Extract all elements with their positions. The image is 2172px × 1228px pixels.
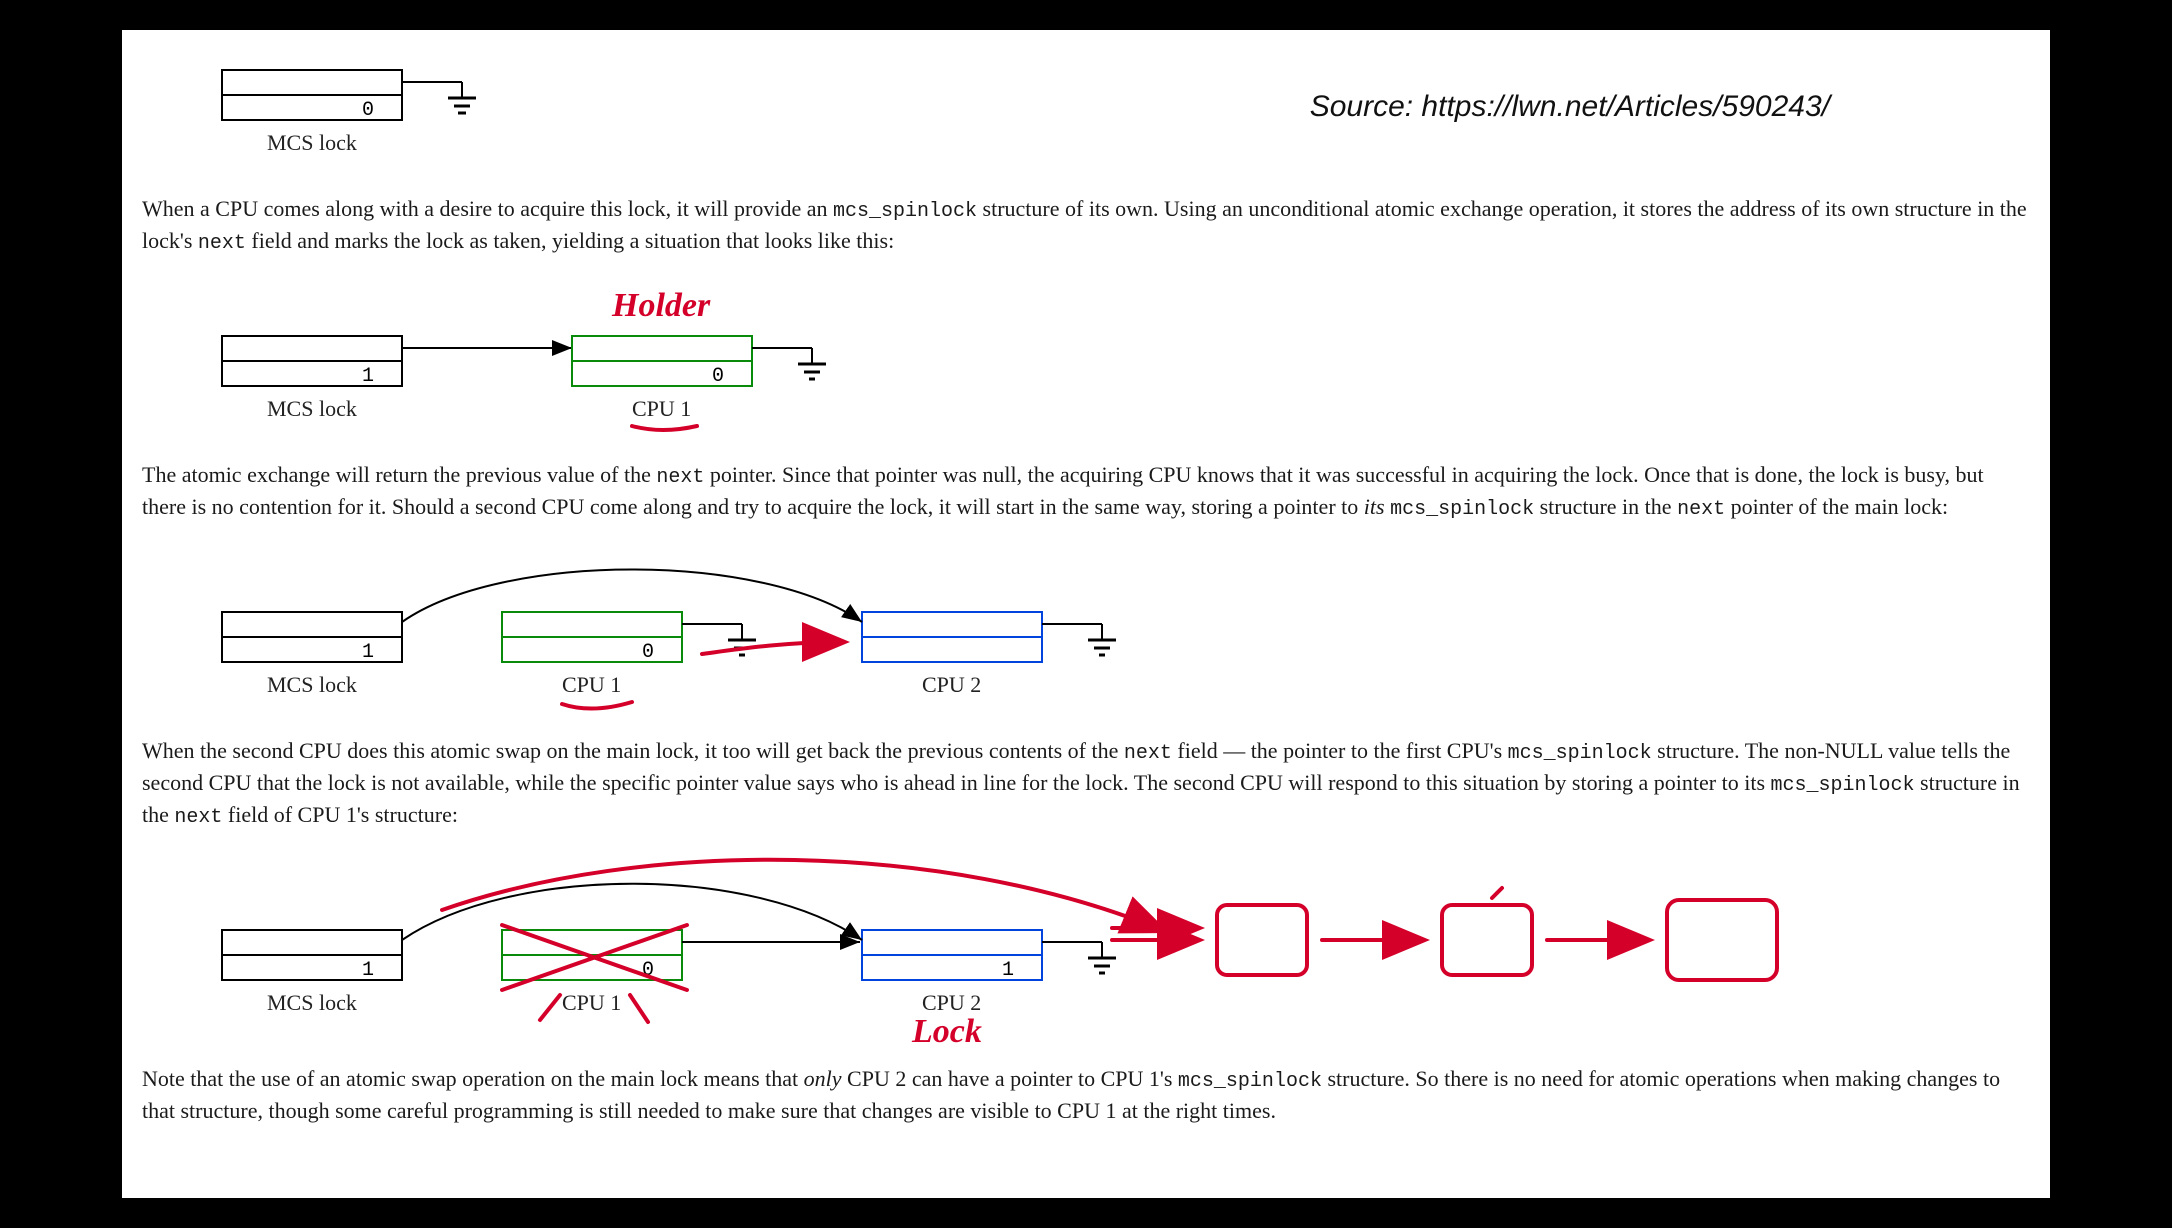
d4-mcs-label: MCS lock [267, 990, 357, 1015]
p3a: When the second CPU does this atomic swa… [142, 738, 1124, 763]
underline-cpu1b [562, 702, 632, 709]
para-3: When the second CPU does this atomic swa… [142, 736, 2030, 832]
d3-cpu1-value: 0 [642, 641, 654, 664]
annotation-lock: Lock [911, 1013, 982, 1050]
p1a: When a CPU comes along with a desire to … [142, 196, 833, 221]
d3-cpu1-label: CPU 1 [562, 672, 621, 697]
mcs-value: 0 [362, 99, 374, 122]
red-arrow-cpu1-cpu2 [702, 642, 842, 654]
d2-mcs-value: 1 [362, 365, 374, 388]
d4-cpu1-label: CPU 1 [562, 990, 621, 1015]
mcs-label: MCS lock [267, 130, 357, 155]
d3-mcs-label: MCS lock [267, 672, 357, 697]
d3-mcs-value: 1 [362, 641, 374, 664]
mcs-only-svg: 0 MCS lock [142, 60, 1042, 180]
p3code1: next [1124, 742, 1172, 765]
underline-cpu1 [632, 426, 697, 430]
red-big-arc [442, 860, 1162, 930]
p3code2: mcs_spinlock [1508, 742, 1652, 765]
letterbox-bottom [0, 1198, 2172, 1228]
red-slash-left [540, 995, 560, 1020]
queue-box-2 [1442, 905, 1532, 975]
p1c: field and marks the lock as taken, yield… [246, 228, 894, 253]
d2-cpu1-value: 0 [712, 365, 724, 388]
d2-mcs-label: MCS lock [267, 396, 357, 421]
letterbox-top [0, 0, 2172, 30]
stage: Source: https://lwn.net/Articles/590243/… [0, 0, 2172, 1228]
red-slash-right [630, 995, 648, 1022]
p1code: mcs_spinlock [833, 200, 977, 223]
queue-box-1 [1217, 905, 1307, 975]
diagram-cpu2: 1 MCS lock 0 CPU 1 CPU 2 [142, 542, 2030, 722]
d2-cpu1-label: CPU 1 [632, 396, 691, 421]
p3code4: next [174, 806, 222, 829]
d4-cpu2-label: CPU 2 [922, 990, 981, 1015]
p4em: only [804, 1066, 842, 1091]
queue-svg: 1 MCS lock 0 CPU 1 1 CPU 2 [142, 850, 2042, 1050]
cpu2-svg: 1 MCS lock 0 CPU 1 CPU 2 [142, 542, 1342, 722]
p4b: CPU 2 can have a pointer to CPU 1's [842, 1066, 1178, 1091]
p1code2: next [198, 232, 246, 255]
para-4: Note that the use of an atomic swap oper… [142, 1064, 2030, 1127]
para-2: The atomic exchange will return the prev… [142, 460, 2030, 524]
d4-cpu2-value: 1 [1002, 959, 1014, 982]
p2code1: next [656, 466, 704, 489]
cpu1-svg: 1 MCS lock 0 CPU 1 Holder [142, 276, 1042, 446]
d3-cpu2-label: CPU 2 [922, 672, 981, 697]
p4code1: mcs_spinlock [1178, 1070, 1322, 1093]
p2e: pointer of the main lock: [1725, 494, 1948, 519]
p3code3: mcs_spinlock [1771, 774, 1915, 797]
p2a: The atomic exchange will return the prev… [142, 462, 656, 487]
diagram-cpu1: 1 MCS lock 0 CPU 1 Holder [142, 276, 2030, 446]
slide: Source: https://lwn.net/Articles/590243/… [122, 30, 2050, 1198]
p2code2: mcs_spinlock [1390, 498, 1534, 521]
diagram-mcs-only: 0 MCS lock [142, 60, 2030, 180]
p2d: structure in the [1534, 494, 1677, 519]
annotation-holder: Holder [611, 287, 711, 324]
diagram-queue: 1 MCS lock 0 CPU 1 1 CPU 2 [142, 850, 2030, 1050]
p4a: Note that the use of an atomic swap oper… [142, 1066, 804, 1091]
p3b: field — the pointer to the first CPU's [1172, 738, 1508, 763]
queue-box-3 [1667, 900, 1777, 980]
tick-box2 [1492, 888, 1502, 898]
p3e: field of CPU 1's structure: [222, 802, 458, 827]
para-1: When a CPU comes along with a desire to … [142, 194, 2030, 258]
p2em: its [1364, 494, 1385, 519]
d4-mcs-value: 1 [362, 959, 374, 982]
p2code3: next [1677, 498, 1725, 521]
